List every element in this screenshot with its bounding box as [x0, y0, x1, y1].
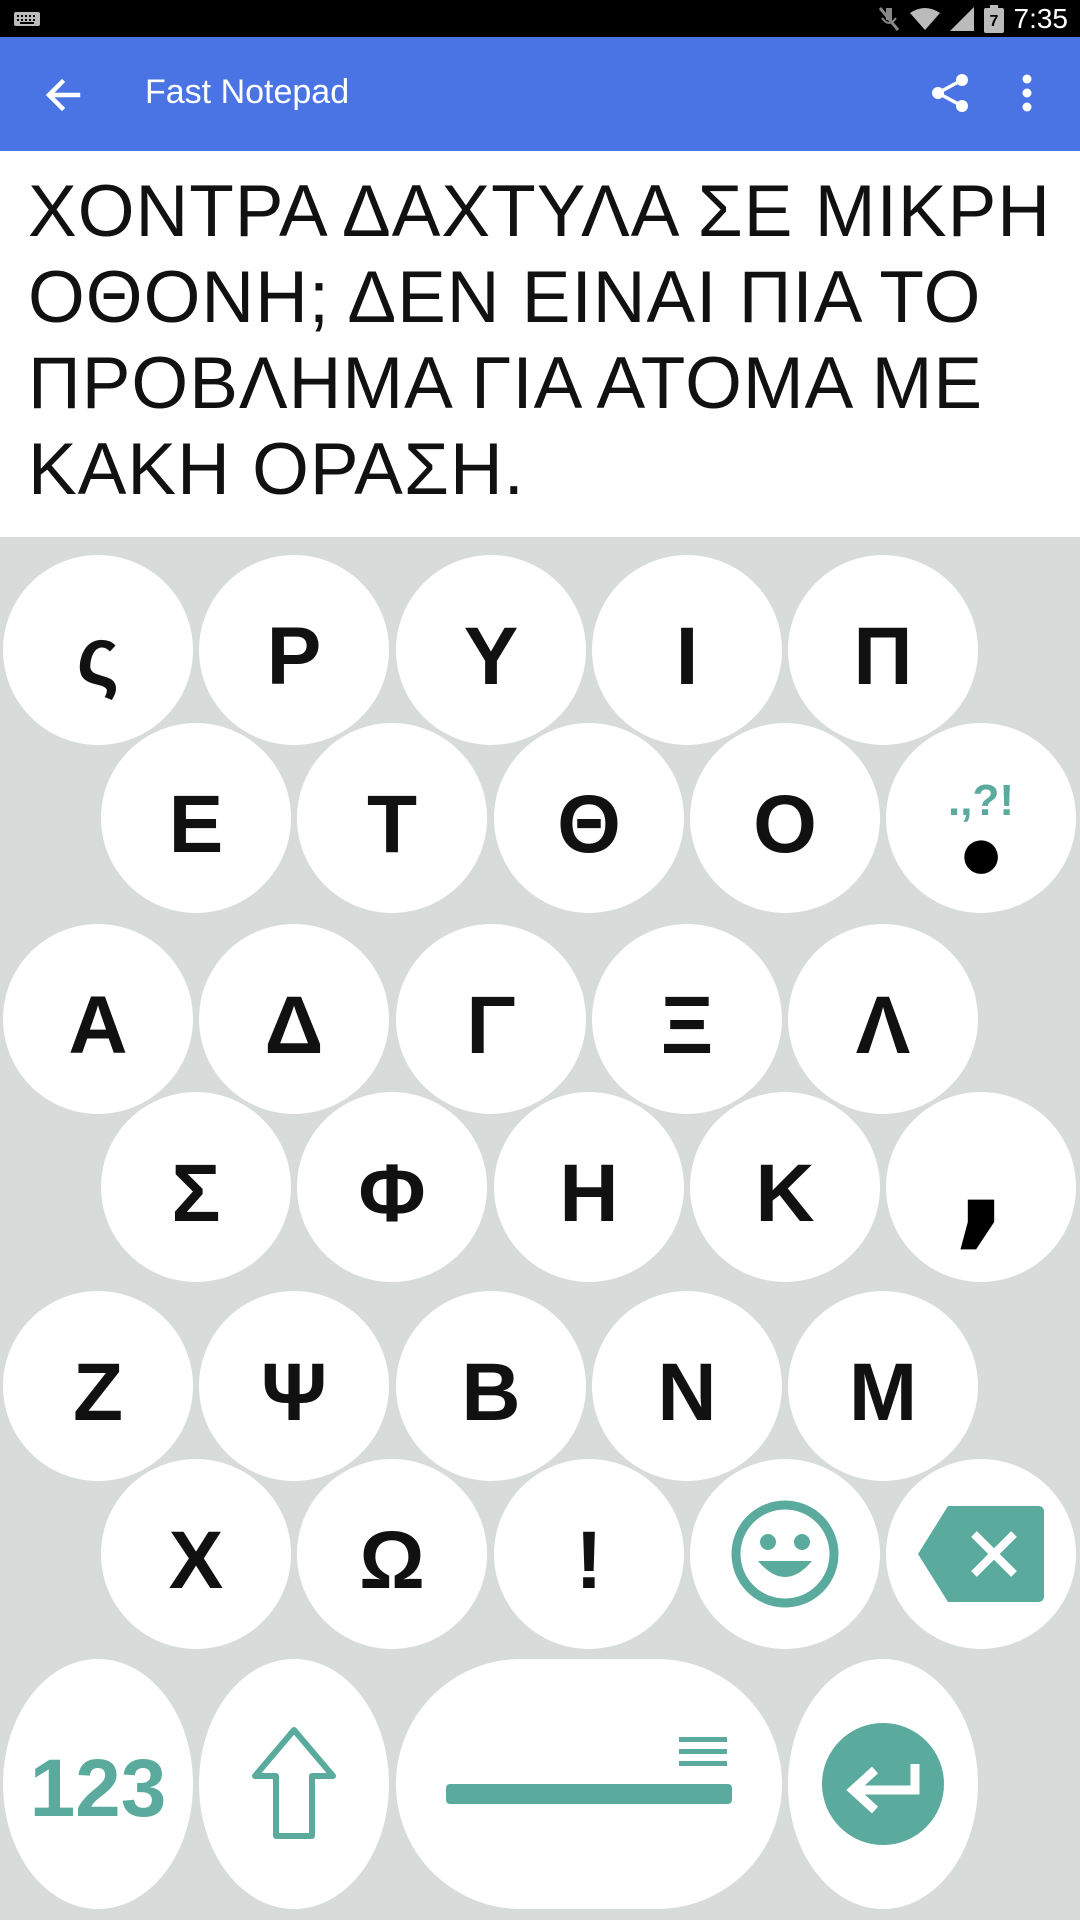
wifi-icon	[909, 7, 940, 30]
keyboard: ς Ρ Υ Ι Π Ε Τ Θ Ο .,?! ● Α Δ Γ Ξ Λ Σ Φ Η…	[0, 537, 1080, 1920]
key-label: Μ	[848, 1347, 918, 1438]
keyboard-icon	[14, 12, 40, 26]
backspace-icon	[918, 1506, 1044, 1602]
key-label: Υ	[463, 611, 519, 702]
key-epsilon[interactable]: Ε	[101, 723, 291, 913]
key-label: Π	[853, 611, 913, 702]
key-chi[interactable]: Χ	[101, 1459, 291, 1649]
back-arrow-icon[interactable]	[40, 72, 86, 118]
key-eta[interactable]: Η	[494, 1092, 684, 1282]
key-label: !	[575, 1515, 603, 1606]
key-label: Ξ	[660, 980, 714, 1071]
key-lambda[interactable]: Λ	[788, 924, 978, 1114]
app-bar: Fast Notepad	[0, 37, 1080, 151]
period-dot: ●	[957, 808, 1005, 896]
key-comma[interactable]: ,	[886, 1092, 1076, 1282]
key-label: Δ	[264, 980, 324, 1071]
battery-icon: 7	[983, 4, 1004, 33]
key-label: Τ	[366, 779, 418, 870]
key-psi[interactable]: Ψ	[199, 1291, 389, 1481]
key-label: Ψ	[260, 1347, 328, 1438]
comma-glyph: ,	[952, 1090, 1010, 1264]
key-upsilon[interactable]: Υ	[396, 555, 586, 745]
key-label: Ζ	[72, 1347, 124, 1438]
key-punctuation[interactable]: .,?! ●	[886, 723, 1076, 913]
note-text[interactable]: ΧΟΝΤΡΑ ΔΑΧΤΥΛΑ ΣΕ ΜΙΚΡΗ ΟΘΟΝΗ; ΔΕΝ ΕΙΝΑΙ…	[28, 169, 1058, 513]
key-label: Θ	[557, 779, 621, 870]
key-exclamation[interactable]: !	[494, 1459, 684, 1649]
key-label: Φ	[358, 1148, 426, 1239]
key-label: Η	[559, 1148, 619, 1239]
key-tau[interactable]: Τ	[297, 723, 487, 913]
key-label: Ι	[675, 611, 699, 702]
key-sigma[interactable]: Σ	[101, 1092, 291, 1282]
note-editor[interactable]: ΧΟΝΤΡΑ ΔΑΧΤΥΛΑ ΣΕ ΜΙΚΡΗ ΟΘΟΝΗ; ΔΕΝ ΕΙΝΑΙ…	[0, 151, 1080, 537]
backspace-key[interactable]	[886, 1459, 1076, 1649]
key-omega[interactable]: Ω	[297, 1459, 487, 1649]
key-label: Λ	[855, 980, 911, 1071]
signal-icon	[949, 6, 974, 31]
key-label: Κ	[755, 1148, 815, 1239]
key-mu[interactable]: Μ	[788, 1291, 978, 1481]
key-phi[interactable]: Φ	[297, 1092, 487, 1282]
key-beta[interactable]: Β	[396, 1291, 586, 1481]
key-xi[interactable]: Ξ	[592, 924, 782, 1114]
key-label: Γ	[466, 980, 516, 1071]
share-icon[interactable]	[928, 70, 974, 116]
numbers-key-label: 123	[29, 1743, 167, 1834]
key-rho[interactable]: Ρ	[199, 555, 389, 745]
more-vert-icon[interactable]	[1012, 70, 1042, 116]
clock: 7:35	[1013, 2, 1069, 34]
app-title: Fast Notepad	[145, 73, 350, 111]
emoji-key[interactable]	[690, 1459, 880, 1649]
numbers-key[interactable]: 123	[3, 1659, 193, 1909]
key-kappa[interactable]: Κ	[690, 1092, 880, 1282]
key-alpha[interactable]: Α	[3, 924, 193, 1114]
status-bar: 7 7:35	[0, 0, 1080, 37]
key-pi[interactable]: Π	[788, 555, 978, 745]
key-iota[interactable]: Ι	[592, 555, 782, 745]
emoji-icon	[731, 1500, 839, 1608]
key-delta[interactable]: Δ	[199, 924, 389, 1114]
key-label: Ρ	[266, 611, 322, 702]
key-label: Α	[68, 980, 128, 1071]
shift-key[interactable]	[199, 1659, 389, 1909]
battery-level-text: 7	[989, 13, 998, 30]
key-label: Ν	[657, 1347, 717, 1438]
key-label: Ω	[359, 1515, 425, 1606]
key-omicron[interactable]: Ο	[690, 723, 880, 913]
space-key[interactable]	[396, 1659, 782, 1909]
space-icon	[446, 1737, 732, 1804]
key-zeta[interactable]: Ζ	[3, 1291, 193, 1481]
shift-icon	[252, 1727, 336, 1839]
enter-icon	[822, 1723, 944, 1845]
key-label: Β	[461, 1347, 521, 1438]
key-label: Ο	[753, 779, 817, 870]
enter-key[interactable]	[788, 1659, 978, 1909]
key-final-sigma[interactable]: ς	[3, 555, 193, 745]
key-label: Σ	[171, 1148, 221, 1239]
key-label: ς	[76, 611, 120, 702]
key-nu[interactable]: Ν	[592, 1291, 782, 1481]
key-theta[interactable]: Θ	[494, 723, 684, 913]
key-gamma[interactable]: Γ	[396, 924, 586, 1114]
key-label: Χ	[168, 1515, 224, 1606]
mute-icon	[878, 6, 899, 31]
key-label: Ε	[168, 779, 224, 870]
